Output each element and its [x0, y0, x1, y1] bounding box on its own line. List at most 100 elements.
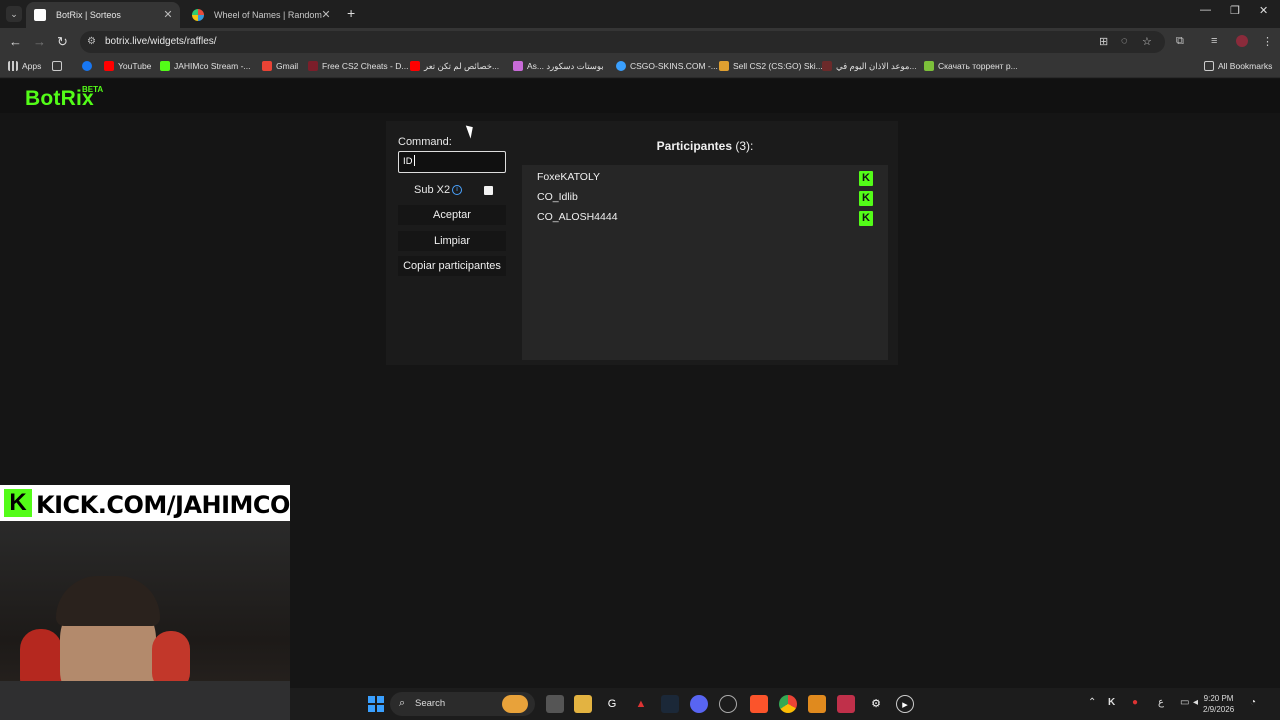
restore-icon[interactable]: ❐	[1230, 4, 1240, 17]
app-pink-icon[interactable]	[837, 695, 855, 713]
bookmark-csgo-skins[interactable]: CSGO-SKINS.COM -...	[616, 61, 718, 71]
sub-x2-checkbox[interactable]	[484, 186, 493, 195]
new-tab-icon[interactable]: +	[347, 5, 355, 21]
extensions-icon[interactable]: ⧉	[1176, 35, 1184, 48]
brave-browser-icon[interactable]	[750, 695, 768, 713]
media-player-icon[interactable]: ▸	[896, 695, 914, 713]
command-input[interactable]: ID	[398, 151, 506, 173]
facebook-icon	[82, 61, 92, 71]
discord-icon[interactable]	[690, 695, 708, 713]
app-circle-icon[interactable]	[719, 695, 737, 713]
tab-botrix[interactable]: BotRix | Sorteos ✕	[26, 2, 180, 28]
sell-icon	[719, 61, 729, 71]
clock-date: 2/9/2026	[1203, 705, 1235, 714]
beta-badge: BETA	[82, 85, 104, 94]
file-explorer-icon[interactable]	[574, 695, 592, 713]
bookmark-youtube[interactable]: YouTube	[104, 61, 151, 71]
torrent-icon	[924, 61, 934, 71]
profile-avatar[interactable]	[1236, 35, 1248, 47]
microphone-icon[interactable]: ●	[1132, 697, 1138, 708]
command-label: Command:	[398, 136, 452, 148]
site-header: BotRix BETA	[0, 79, 1280, 113]
streamer-hair	[56, 576, 160, 626]
tab-wheel-of-names[interactable]: Wheel of Names | Random nam ✕	[184, 2, 338, 46]
chrome-icon[interactable]	[779, 695, 797, 713]
steam-icon[interactable]	[661, 695, 679, 713]
minimize-icon[interactable]: —	[1200, 4, 1211, 16]
bookmark-gmail[interactable]: Gmail	[262, 61, 298, 71]
tab-close-icon[interactable]: ✕	[162, 2, 174, 28]
tab-close-icon[interactable]: ✕	[320, 2, 332, 28]
streamer-shirt	[0, 681, 290, 720]
input-language[interactable]: ع	[1158, 697, 1164, 708]
bookmarks-bar: Apps YouTube JAHIMco Stream -... Gmail F…	[0, 56, 1280, 78]
translate-icon[interactable]: ⊞	[1099, 35, 1108, 48]
gmail-icon	[262, 61, 272, 71]
bookmark-discord-posts[interactable]: As... بوستات دسكورد	[513, 61, 604, 72]
app-triangle-icon[interactable]: ▲	[632, 695, 650, 713]
tab-search-icon[interactable]: ⌄	[6, 6, 22, 22]
bookmark-sell-cs2[interactable]: Sell CS2 (CS:GO) Ski...	[719, 61, 823, 71]
volume-icon[interactable]: ◂	[1193, 697, 1198, 708]
search-icon: ⌕	[399, 697, 406, 709]
tray-kick-icon[interactable]: K	[1108, 697, 1115, 708]
omnibox[interactable]: ⚙ botrix.live/widgets/raffles/ ⊞ ◌ ☆	[80, 31, 1165, 53]
network-icon[interactable]: ▭	[1180, 697, 1189, 708]
bookmark-facebook[interactable]	[82, 61, 96, 71]
botrix-favicon-icon	[34, 9, 46, 21]
participant-name: FoxeKATOLY	[537, 171, 601, 183]
bookmark-prayer-times[interactable]: موعد الاذان اليوم في...	[822, 61, 917, 72]
taskbar-search[interactable]: ⌕ Search	[390, 692, 535, 716]
search-label: Search	[415, 698, 446, 709]
kick-overlay-banner: K KICK.COM/JAHIMCO	[0, 485, 290, 521]
app-a-icon[interactable]	[808, 695, 826, 713]
bookmark-torrent[interactable]: Скачать торрент р...	[924, 61, 1018, 71]
kick-platform-icon: K	[859, 191, 873, 206]
copy-participants-button[interactable]: Copiar participantes	[398, 256, 506, 276]
site-info-icon[interactable]: ⚙	[87, 36, 96, 47]
bookmark-cs2-cheats[interactable]: Free CS2 Cheats - D...	[308, 61, 408, 71]
tab-title: BotRix | Sorteos	[56, 10, 121, 20]
participant-name: CO_Idlib	[537, 191, 578, 203]
app-g-icon[interactable]: G	[603, 695, 621, 713]
bookmark-jahimco[interactable]: JAHIMco Stream -...	[160, 61, 251, 71]
menu-kebab-icon[interactable]: ⋮	[1262, 35, 1273, 48]
participant-name: CO_ALOSH4444	[537, 211, 618, 223]
taskbar-clock[interactable]: 9:20 PM 2/9/2026	[1203, 693, 1234, 715]
bookmark-arabic-video[interactable]: خصائص لم تكن تعر...	[410, 61, 499, 72]
task-view-icon[interactable]	[546, 695, 564, 713]
all-bookmarks[interactable]: All Bookmarks	[1204, 61, 1272, 71]
bookmark-apps[interactable]: Apps	[8, 61, 41, 71]
address-bar: ← → ↻ ⚙ botrix.live/widgets/raffles/ ⊞ ◌…	[0, 28, 1280, 56]
mosque-icon	[822, 61, 832, 71]
bookmark-grid[interactable]	[52, 61, 66, 71]
kick-platform-icon: K	[859, 171, 873, 186]
list-item: FoxeKATOLY K	[537, 171, 873, 191]
info-icon[interactable]: i	[452, 185, 462, 195]
accept-button[interactable]: Aceptar	[398, 205, 506, 225]
kick-channel-text: KICK.COM/JAHIMCO	[36, 491, 290, 519]
notifications-icon[interactable]: ◔	[1250, 697, 1256, 708]
raffle-panel: Command: ID Sub X2 i Aceptar Limpiar Cop…	[386, 121, 898, 365]
windows-start-icon[interactable]	[368, 696, 384, 712]
eye-off-icon[interactable]: ◌	[1121, 35, 1128, 47]
forward-icon[interactable]: →	[33, 34, 46, 49]
close-window-icon[interactable]: ✕	[1259, 4, 1268, 17]
reload-icon[interactable]: ↻	[57, 34, 68, 50]
windows-taskbar: ⌕ Search G ▲ ⚙ ▸ ⌃ K ● ع ▭ ◂ 9:20 PM 2/9…	[290, 688, 1280, 720]
gem-icon	[513, 61, 523, 71]
webcam-feed	[0, 521, 290, 720]
back-icon[interactable]: ←	[9, 34, 22, 49]
kick-logo-icon: K	[4, 489, 32, 517]
participants-title: Participantes (3):	[656, 139, 754, 153]
list-item: CO_Idlib K	[537, 191, 873, 211]
reading-list-icon[interactable]: ≡	[1211, 35, 1217, 47]
settings-gear-icon[interactable]: ⚙	[867, 695, 885, 713]
tray-chevron-icon[interactable]: ⌃	[1088, 697, 1096, 708]
list-item: CO_ALOSH4444 K	[537, 211, 873, 231]
grid-icon	[52, 61, 62, 71]
clear-button[interactable]: Limpiar	[398, 231, 506, 251]
star-icon[interactable]: ☆	[1142, 35, 1152, 48]
url-text[interactable]: botrix.live/widgets/raffles/	[105, 36, 217, 47]
sub-x2-label: Sub X2	[414, 184, 451, 196]
